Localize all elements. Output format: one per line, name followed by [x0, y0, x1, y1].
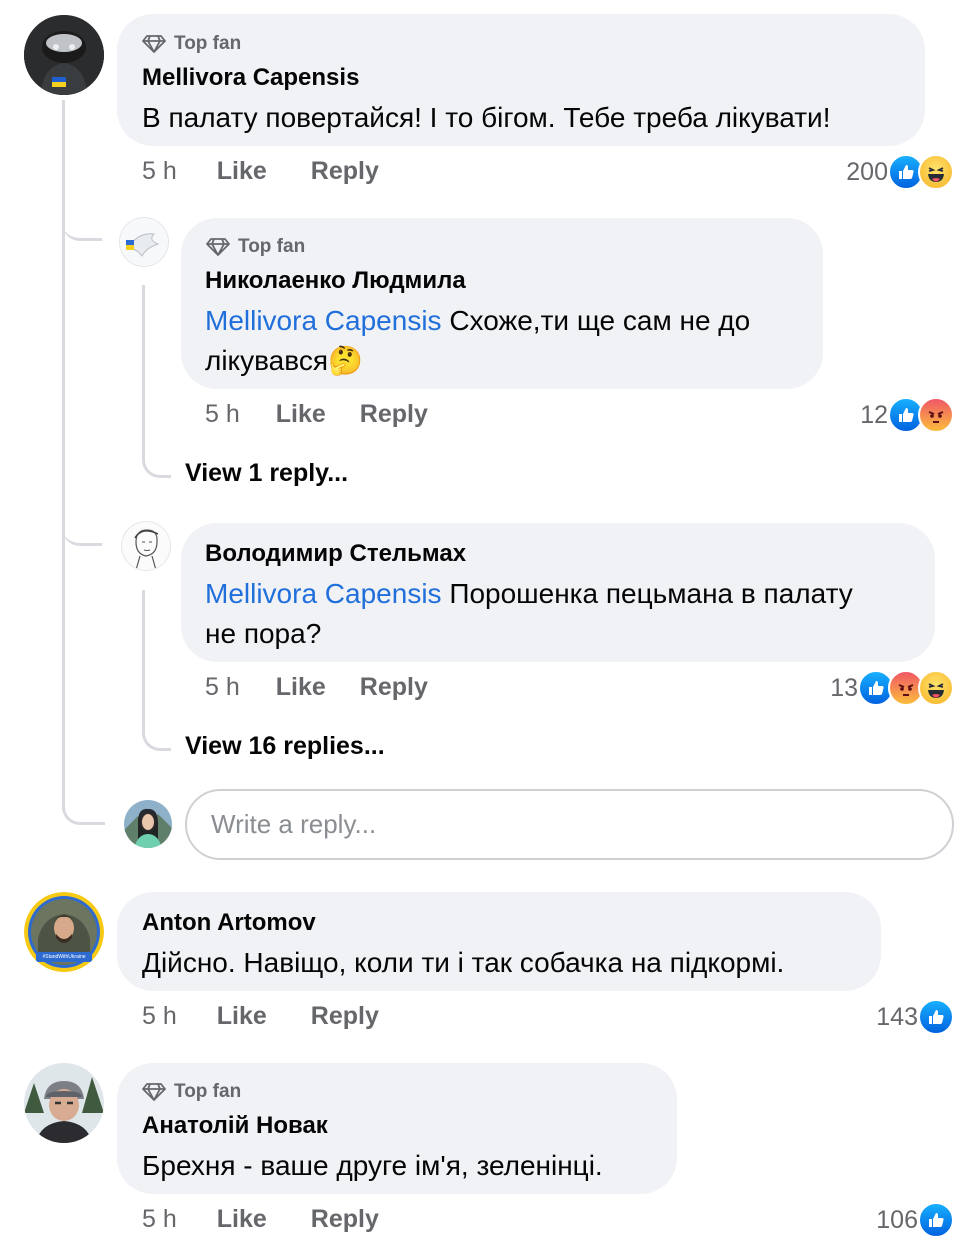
comment-text: В палату повертайся! І то бігом. Тебе тр… — [142, 102, 831, 133]
comment-text: Дійсно. Навіщо, коли ти і так собачка на… — [142, 947, 785, 978]
view-replies-link[interactable]: View 16 replies... — [185, 732, 385, 761]
like-button[interactable]: Like — [276, 673, 326, 702]
avatar[interactable] — [119, 217, 169, 267]
top-fan-label: Top fan — [238, 236, 306, 257]
comment-meta: 5 h Like Reply — [142, 157, 379, 186]
comment-time[interactable]: 5 h — [142, 157, 177, 186]
reply-meta: 5 h Like Reply — [205, 400, 428, 429]
like-button[interactable]: Like — [217, 157, 267, 186]
thread-connector-view-1 — [142, 285, 171, 478]
like-button[interactable]: Like — [217, 1205, 267, 1234]
top-fan-badge: Top fan — [206, 236, 305, 258]
avatar-badge-text: #StandWithUkraine — [42, 954, 86, 960]
thread-connector-reply-2 — [62, 505, 102, 546]
top-fan-badge: Top fan — [142, 1081, 241, 1103]
top-fan-label: Top fan — [174, 33, 242, 54]
diamond-icon — [142, 1083, 166, 1101]
avatar[interactable]: #StandWithUkraine — [24, 892, 104, 972]
reply-text-body: Порошенка пецьмана в палату — [441, 578, 853, 609]
reaction-count: 13 — [830, 673, 858, 702]
top-fan-badge: Top fan — [142, 33, 241, 55]
like-icon — [918, 999, 954, 1035]
reply-time[interactable]: 5 h — [205, 400, 240, 429]
like-icon — [918, 1202, 954, 1238]
reply-text: Mellivora Capensis Схоже,ти ще сам не до… — [205, 301, 805, 381]
thread-connector-view-16 — [142, 590, 171, 751]
reply-button[interactable]: Reply — [311, 1205, 379, 1234]
reaction-summary[interactable]: 13 — [830, 670, 954, 706]
diamond-icon — [142, 35, 166, 53]
reply-text-body: Схоже,ти ще сам не до — [441, 305, 751, 336]
haha-icon — [918, 154, 954, 190]
reaction-count: 12 — [860, 400, 888, 429]
reply-button[interactable]: Reply — [311, 157, 379, 186]
mention-link[interactable]: Mellivora Capensis — [205, 578, 442, 609]
thread-connector-reply-input — [62, 790, 105, 825]
comment-author[interactable]: Anton Artomov — [142, 909, 316, 937]
comment-author[interactable]: Mellivora Capensis — [142, 64, 359, 92]
avatar[interactable] — [121, 521, 171, 571]
haha-icon — [918, 670, 954, 706]
reply-button[interactable]: Reply — [360, 673, 428, 702]
reply-text-line2: лікувався — [205, 345, 328, 376]
reply-time[interactable]: 5 h — [205, 673, 240, 702]
mention-link[interactable]: Mellivora Capensis — [205, 305, 442, 336]
comment-time[interactable]: 5 h — [142, 1002, 177, 1031]
reply-meta: 5 h Like Reply — [205, 673, 428, 702]
reply-input[interactable] — [185, 789, 954, 860]
like-button[interactable]: Like — [217, 1002, 267, 1031]
reaction-count: 106 — [876, 1205, 918, 1234]
avatar[interactable] — [124, 800, 172, 848]
reply-button[interactable]: Reply — [360, 400, 428, 429]
thread-connector-reply-1 — [62, 200, 102, 241]
thinking-emoji-icon: 🤔 — [327, 345, 363, 376]
reaction-count: 143 — [876, 1002, 918, 1031]
reply-text: Mellivora Capensis Порошенка пецьмана в … — [205, 574, 925, 654]
reply-author[interactable]: Володимир Стельмах — [205, 540, 466, 568]
reaction-count: 200 — [846, 157, 888, 186]
view-replies-link[interactable]: View 1 reply... — [185, 459, 348, 488]
reaction-summary[interactable]: 200 — [846, 154, 954, 190]
reply-text-line2: не пора? — [205, 618, 322, 649]
diamond-icon — [206, 238, 230, 256]
like-button[interactable]: Like — [276, 400, 326, 429]
reply-button[interactable]: Reply — [311, 1002, 379, 1031]
top-fan-label: Top fan — [174, 1081, 242, 1102]
reaction-summary[interactable]: 12 — [860, 397, 954, 433]
avatar[interactable] — [24, 15, 104, 95]
angry-icon — [918, 397, 954, 433]
reply-author[interactable]: Николаенко Людмила — [205, 267, 466, 295]
comment-time[interactable]: 5 h — [142, 1205, 177, 1234]
comment-text: Брехня - ваше друге ім'я, зеленінці. — [142, 1150, 603, 1181]
comment-author[interactable]: Анатолій Новак — [142, 1112, 328, 1140]
comment-meta: 5 h Like Reply — [142, 1002, 379, 1031]
reaction-summary[interactable]: 143 — [876, 999, 954, 1035]
comment-meta: 5 h Like Reply — [142, 1205, 379, 1234]
avatar[interactable] — [24, 1063, 104, 1143]
reaction-summary[interactable]: 106 — [876, 1202, 954, 1238]
